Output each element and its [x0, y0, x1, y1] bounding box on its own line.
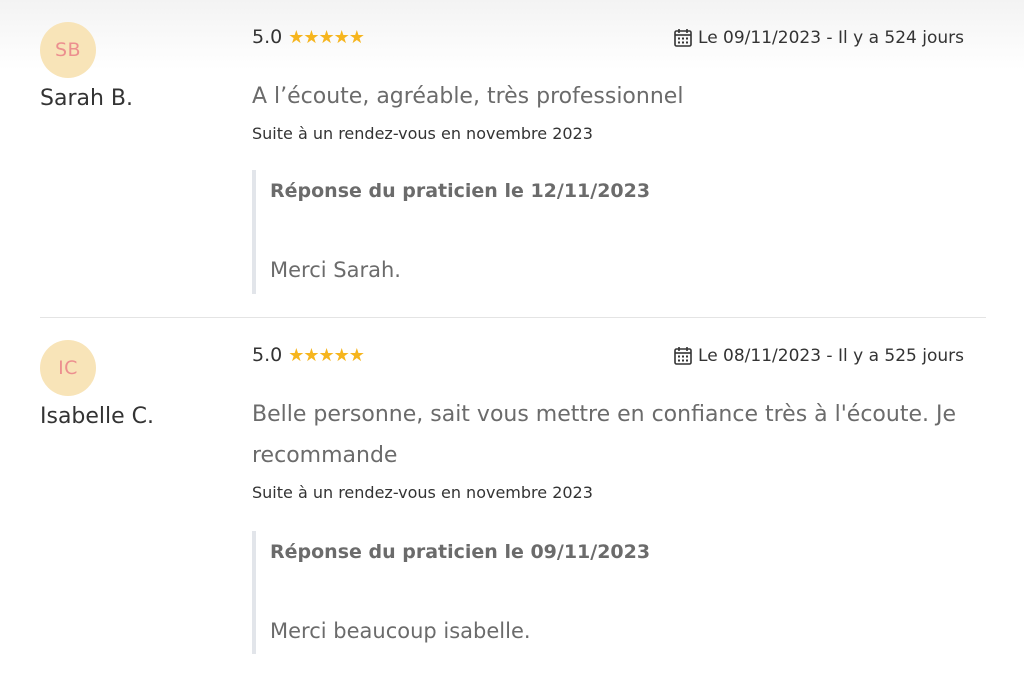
visit-info: Suite à un rendez-vous en novembre 2023 — [252, 483, 593, 502]
reply-title: Réponse du praticien le 09/11/2023 — [270, 541, 651, 563]
review-date-text: Le 08/11/2023 - Il y a 525 jours — [698, 346, 964, 366]
calendar-icon — [674, 29, 692, 47]
avatar: IC — [40, 340, 96, 396]
review-author: Isabelle C. — [40, 404, 155, 429]
practitioner-reply: Réponse du praticien le 09/11/2023 Merci… — [252, 531, 952, 654]
rating: 5.0 ★★★★★ — [252, 26, 365, 48]
avatar-initials: SB — [54, 39, 82, 61]
reply-title: Réponse du praticien le 12/11/2023 — [270, 180, 651, 202]
review-comment: A l’écoute, agréable, très professionnel — [252, 84, 684, 109]
review-card: IC Isabelle C. 5.0 ★★★★★ Le 08/11/2023 -… — [40, 318, 986, 676]
reply-text: Merci Sarah. — [270, 258, 401, 282]
reply-text: Merci beaucoup isabelle. — [270, 619, 531, 643]
calendar-icon — [674, 347, 692, 365]
star-icon: ★★★★★ — [288, 344, 365, 366]
review-comment: Belle personne, sait vous mettre en conf… — [252, 402, 957, 468]
review-date: Le 09/11/2023 - Il y a 524 jours — [673, 28, 964, 48]
visit-info: Suite à un rendez-vous en novembre 2023 — [252, 124, 593, 143]
rating-score: 5.0 — [252, 26, 283, 48]
review-date: Le 08/11/2023 - Il y a 525 jours — [673, 346, 964, 366]
rating-score: 5.0 — [252, 344, 283, 366]
rating: 5.0 ★★★★★ — [252, 344, 365, 366]
practitioner-reply: Réponse du praticien le 12/11/2023 Merci… — [252, 170, 952, 294]
avatar-initials: IC — [58, 357, 78, 379]
avatar: SB — [40, 22, 96, 78]
review-date-text: Le 09/11/2023 - Il y a 524 jours — [698, 28, 964, 48]
review-card: SB Sarah B. 5.0 ★★★★★ Le 09/11/2023 - Il… — [40, 0, 986, 318]
review-author: Sarah B. — [40, 86, 133, 111]
star-icon: ★★★★★ — [288, 26, 365, 48]
